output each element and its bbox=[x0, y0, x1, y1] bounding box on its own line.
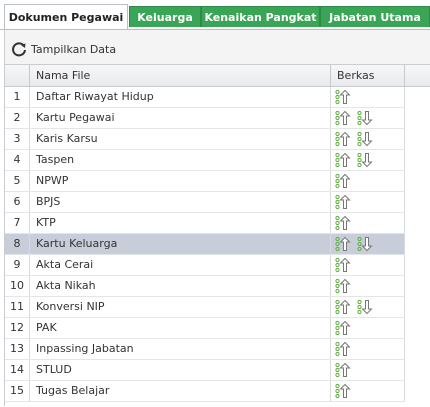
berkas-cell bbox=[331, 276, 405, 296]
table-row[interactable]: 4 Taspen bbox=[5, 150, 405, 171]
toolbar: Tampilkan Data bbox=[5, 30, 430, 66]
upload-icon[interactable] bbox=[335, 341, 351, 357]
upload-icon[interactable] bbox=[335, 152, 351, 168]
upload-icon[interactable] bbox=[335, 173, 351, 189]
table-row[interactable]: 13 Inpassing Jabatan bbox=[5, 339, 405, 360]
tab-bar: Dokumen Pegawai Keluarga Kenaikan Pangka… bbox=[0, 0, 430, 30]
file-name: STLUD bbox=[30, 360, 331, 380]
upload-icon[interactable] bbox=[335, 278, 351, 294]
row-number: 9 bbox=[5, 255, 30, 275]
refresh-icon bbox=[12, 42, 26, 57]
file-name: Taspen bbox=[30, 150, 331, 170]
berkas-cell bbox=[331, 87, 405, 107]
row-number: 11 bbox=[5, 297, 30, 317]
row-number: 14 bbox=[5, 360, 30, 380]
berkas-cell bbox=[331, 108, 405, 128]
table-row[interactable]: 9 Akta Cerai bbox=[5, 255, 405, 276]
table-row[interactable]: 6 BPJS bbox=[5, 192, 405, 213]
file-name: PAK bbox=[30, 318, 331, 338]
berkas-cell bbox=[331, 255, 405, 275]
upload-icon[interactable] bbox=[335, 383, 351, 399]
berkas-cell bbox=[331, 339, 405, 359]
berkas-cell bbox=[331, 171, 405, 191]
upload-icon[interactable] bbox=[335, 194, 351, 210]
document-grid: Nama File Berkas 1 Daftar Riwayat Hidup 2 K… bbox=[5, 64, 430, 407]
upload-icon[interactable] bbox=[335, 362, 351, 378]
berkas-cell bbox=[331, 213, 405, 233]
row-number: 8 bbox=[5, 234, 30, 254]
download-icon[interactable] bbox=[357, 110, 373, 126]
download-icon[interactable] bbox=[357, 299, 373, 315]
row-number: 13 bbox=[5, 339, 30, 359]
table-row[interactable]: 5 NPWP bbox=[5, 171, 405, 192]
table-row[interactable]: 3 Karis Karsu bbox=[5, 129, 405, 150]
berkas-cell bbox=[331, 234, 405, 254]
upload-icon[interactable] bbox=[335, 257, 351, 273]
upload-icon[interactable] bbox=[335, 215, 351, 231]
tab-kenaikan-pangkat[interactable]: Kenaikan Pangkat bbox=[201, 6, 320, 27]
tab-dokumen-pegawai[interactable]: Dokumen Pegawai bbox=[4, 4, 128, 30]
tab-jabatan-utama[interactable]: Jabatan Utama bbox=[320, 6, 430, 27]
document-panel: Tampilkan Data Nama File Berkas 1 Daftar … bbox=[4, 30, 430, 407]
berkas-cell bbox=[331, 297, 405, 317]
tab-keluarga[interactable]: Keluarga bbox=[129, 6, 201, 27]
table-row[interactable]: 2 Kartu Pegawai bbox=[5, 108, 405, 129]
grid-header: Nama File Berkas bbox=[5, 65, 430, 87]
upload-icon[interactable] bbox=[335, 131, 351, 147]
row-number: 7 bbox=[5, 213, 30, 233]
upload-icon[interactable] bbox=[335, 320, 351, 336]
file-name: BPJS bbox=[30, 192, 331, 212]
berkas-cell bbox=[331, 129, 405, 149]
file-name: Kartu Pegawai bbox=[30, 108, 331, 128]
file-name: Akta Nikah bbox=[30, 276, 331, 296]
table-row[interactable]: 14 STLUD bbox=[5, 360, 405, 381]
download-icon[interactable] bbox=[357, 236, 373, 252]
upload-icon[interactable] bbox=[335, 236, 351, 252]
file-name: Akta Cerai bbox=[30, 255, 331, 275]
refresh-button[interactable]: Tampilkan Data bbox=[11, 40, 116, 58]
file-name: Konversi NIP bbox=[30, 297, 331, 317]
row-number: 4 bbox=[5, 150, 30, 170]
table-row[interactable]: 15 Tugas Belajar bbox=[5, 381, 405, 402]
berkas-cell bbox=[331, 192, 405, 212]
grid-body: 1 Daftar Riwayat Hidup 2 Kartu Pegawai 3 Kari… bbox=[5, 87, 430, 407]
upload-icon[interactable] bbox=[335, 299, 351, 315]
row-number: 2 bbox=[5, 108, 30, 128]
header-berkas[interactable]: Berkas bbox=[331, 65, 405, 86]
row-number: 3 bbox=[5, 129, 30, 149]
table-row[interactable]: 8 Kartu Keluarga bbox=[5, 234, 405, 255]
file-name: Tugas Belajar bbox=[30, 381, 331, 401]
file-name: KTP bbox=[30, 213, 331, 233]
table-row[interactable]: 10 Akta Nikah bbox=[5, 276, 405, 297]
header-nama-file[interactable]: Nama File bbox=[30, 65, 331, 86]
file-name: Karis Karsu bbox=[30, 129, 331, 149]
upload-icon[interactable] bbox=[335, 89, 351, 105]
row-number: 15 bbox=[5, 381, 30, 401]
refresh-label: Tampilkan Data bbox=[31, 42, 117, 56]
row-number: 10 bbox=[5, 276, 30, 296]
row-number: 12 bbox=[5, 318, 30, 338]
file-name: Inpassing Jabatan bbox=[30, 339, 331, 359]
table-row[interactable]: 1 Daftar Riwayat Hidup bbox=[5, 87, 405, 108]
table-row[interactable]: 7 KTP bbox=[5, 213, 405, 234]
download-icon[interactable] bbox=[357, 152, 373, 168]
berkas-cell bbox=[331, 318, 405, 338]
table-row[interactable]: 12 PAK bbox=[5, 318, 405, 339]
file-name: NPWP bbox=[30, 171, 331, 191]
table-row[interactable]: 11 Konversi NIP bbox=[5, 297, 405, 318]
upload-icon[interactable] bbox=[335, 110, 351, 126]
file-name: Kartu Keluarga bbox=[30, 234, 331, 254]
berkas-cell bbox=[331, 360, 405, 380]
berkas-cell bbox=[331, 381, 405, 401]
berkas-cell bbox=[331, 150, 405, 170]
row-number: 6 bbox=[5, 192, 30, 212]
file-name: Daftar Riwayat Hidup bbox=[30, 87, 331, 107]
row-number: 1 bbox=[5, 87, 30, 107]
row-number: 5 bbox=[5, 171, 30, 191]
download-icon[interactable] bbox=[357, 131, 373, 147]
header-number bbox=[5, 65, 30, 86]
